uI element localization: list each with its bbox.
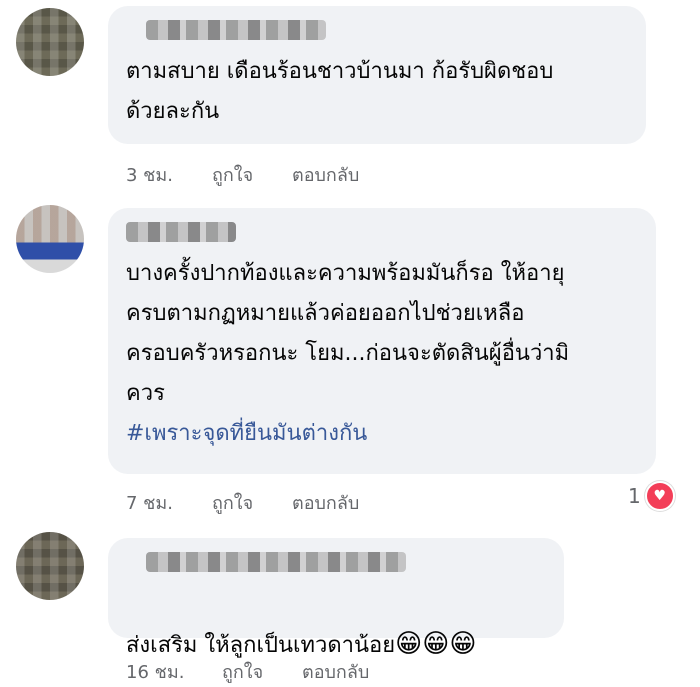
hashtag-link[interactable]: #เพราะจุดที่ยืนมันต่างกัน bbox=[126, 414, 638, 454]
timestamp[interactable]: 3 ชม. bbox=[126, 160, 173, 189]
comment-text: ตามสบาย เดือนร้อนชาวบ้านมา ก้อรับผิดชอบ … bbox=[126, 59, 554, 124]
reply-link[interactable]: ตอบกลับ bbox=[292, 488, 359, 517]
author-name-blurred[interactable] bbox=[146, 20, 326, 40]
comment-bubble: ส่งเสริม ให้ลูกเป็นเทวดาน้อย😁😁😁 bbox=[108, 538, 564, 659]
timestamp[interactable]: 7 ชม. bbox=[126, 488, 173, 517]
reaction-count: 1 bbox=[628, 484, 641, 508]
author-name-blurred[interactable] bbox=[126, 222, 236, 242]
comment-body: ส่งเสริม ให้ลูกเป็นเทวดาน้อย bbox=[126, 633, 396, 658]
reply-link[interactable]: ตอบกลับ bbox=[292, 160, 359, 189]
comment-bubble: บางครั้งปากท้องและความพร้อมมันก็รอ ให้อา… bbox=[108, 208, 656, 474]
timestamp[interactable]: 16 ชม. bbox=[126, 657, 184, 686]
reply-link[interactable]: ตอบกลับ bbox=[302, 657, 369, 686]
grinning-emoji-group: 😁😁😁 bbox=[395, 629, 477, 659]
comment-text: บางครั้งปากท้องและความพร้อมมันก็รอ ให้อา… bbox=[126, 261, 570, 406]
avatar[interactable] bbox=[16, 532, 84, 600]
like-link[interactable]: ถูกใจ bbox=[212, 160, 253, 189]
comment-bubble: ตามสบาย เดือนร้อนชาวบ้านมา ก้อรับผิดชอบ … bbox=[108, 6, 646, 144]
reaction-summary[interactable]: 1 ♥ bbox=[628, 481, 675, 511]
comment-text: ส่งเสริม ให้ลูกเป็นเทวดาน้อย😁😁😁 bbox=[126, 584, 546, 666]
author-name-blurred[interactable] bbox=[146, 552, 406, 572]
avatar[interactable] bbox=[16, 205, 84, 273]
like-link[interactable]: ถูกใจ bbox=[212, 488, 253, 517]
heart-icon: ♥ bbox=[644, 481, 675, 511]
like-link[interactable]: ถูกใจ bbox=[222, 657, 263, 686]
avatar[interactable] bbox=[16, 8, 84, 76]
